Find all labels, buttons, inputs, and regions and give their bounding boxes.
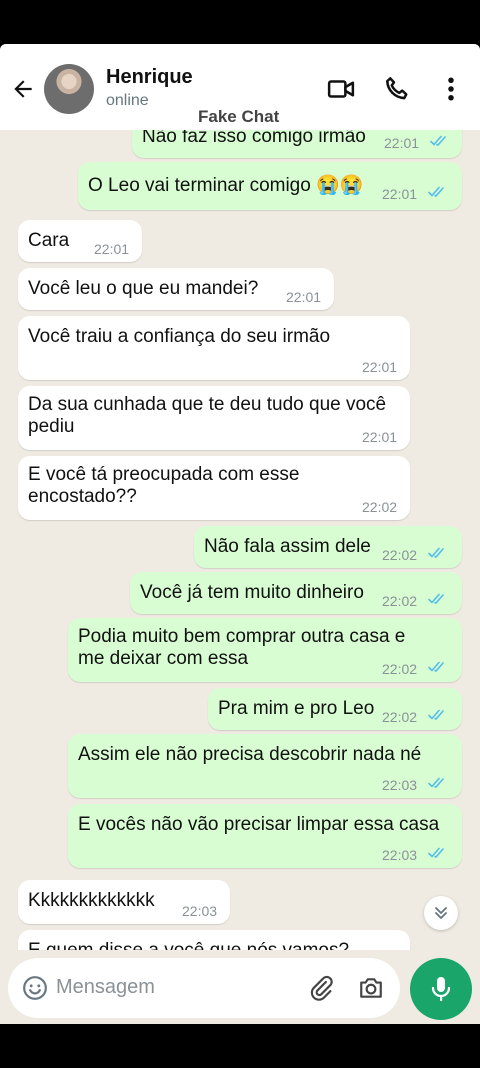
incoming-message[interactable]: E você tá preocupada com esse encostado?… bbox=[18, 456, 410, 520]
message-input[interactable]: Mensagem bbox=[56, 976, 155, 999]
message-time: 22:02 bbox=[362, 499, 398, 515]
message-composer[interactable]: Mensagem bbox=[8, 958, 400, 1018]
read-receipt-icon bbox=[428, 847, 444, 858]
outgoing-message[interactable]: E vocês não vão precisar limpar essa cas… bbox=[68, 804, 462, 868]
outgoing-message[interactable]: Não fala assim dele 22:02 bbox=[194, 526, 462, 568]
message-text: Você já tem muito dinheiro bbox=[140, 582, 364, 603]
read-receipt-icon bbox=[428, 547, 444, 558]
paperclip-icon[interactable] bbox=[308, 975, 334, 1001]
microphone-icon bbox=[431, 977, 451, 1001]
read-receipt-icon bbox=[428, 186, 444, 197]
message-text: O Leo vai terminar comigo 😭😭 bbox=[88, 175, 364, 196]
read-receipt-icon bbox=[428, 593, 444, 604]
camera-icon[interactable] bbox=[358, 975, 384, 1001]
message-time: 22:01 bbox=[384, 135, 420, 151]
message-text: Cara bbox=[28, 230, 70, 251]
message-time: 22:03 bbox=[182, 903, 218, 919]
message-time: 22:01 bbox=[362, 359, 398, 375]
more-vert-icon[interactable] bbox=[436, 74, 466, 104]
message-time: 22:01 bbox=[362, 429, 398, 445]
message-text: Não fala assim dele bbox=[204, 536, 371, 557]
chat-screen: Henrique online Fake Chat Não faz isso c… bbox=[0, 44, 480, 1024]
message-time: 22:02 bbox=[382, 547, 418, 563]
message-text: Pra mim e pro Leo bbox=[218, 698, 375, 719]
incoming-message[interactable]: Da sua cunhada que te deu tudo que você … bbox=[18, 386, 410, 450]
incoming-message[interactable]: Kkkkkkkkkkkkk 22:03 bbox=[18, 880, 230, 924]
incoming-message[interactable]: Você leu o que eu mandei? 22:01 bbox=[18, 268, 334, 310]
arrow-back-icon[interactable] bbox=[10, 76, 36, 102]
outgoing-message[interactable]: Pra mim e pro Leo 22:02 bbox=[208, 688, 462, 730]
outgoing-message[interactable]: Podia muito bem comprar outra casa e me … bbox=[68, 618, 462, 682]
voice-message-button[interactable] bbox=[410, 958, 472, 1020]
message-text: E vocês não vão precisar limpar essa cas… bbox=[78, 814, 440, 835]
watermark-label: Fake Chat bbox=[198, 107, 280, 126]
incoming-message[interactable]: Você traiu a confiança do seu irmão 22:01 bbox=[18, 316, 410, 380]
message-list[interactable]: Não faz isso comigo irmão 22:01 O Leo vai … bbox=[0, 130, 480, 950]
contact-status: online bbox=[106, 92, 149, 109]
message-time: 22:03 bbox=[382, 847, 418, 863]
message-text: Kkkkkkkkkkkkk bbox=[28, 890, 155, 911]
message-text: Assim ele não precisa descobrir nada né bbox=[78, 744, 422, 765]
message-time: 22:02 bbox=[382, 593, 418, 609]
message-text: E você tá preocupada com esse encostado?… bbox=[28, 464, 300, 507]
chevrons-down-icon bbox=[435, 907, 447, 919]
message-text: E quem disse a você que nós vamos? bbox=[28, 940, 349, 950]
message-time: 22:01 bbox=[286, 289, 322, 305]
outgoing-message[interactable]: O Leo vai terminar comigo 😭😭 22:01 bbox=[78, 162, 462, 210]
phone-call-icon[interactable] bbox=[382, 74, 412, 104]
read-receipt-icon bbox=[428, 661, 444, 672]
message-text: Você leu o que eu mandei? bbox=[28, 278, 259, 299]
message-text: Não faz isso comigo irmão bbox=[142, 130, 366, 147]
message-text: Você traiu a confiança do seu irmão bbox=[28, 326, 331, 347]
read-receipt-icon bbox=[428, 709, 444, 720]
outgoing-message[interactable]: Assim ele não precisa descobrir nada né 2… bbox=[68, 734, 462, 798]
message-text: Podia muito bem comprar outra casa e me … bbox=[78, 626, 406, 669]
avatar[interactable] bbox=[44, 64, 94, 114]
emoji-icon[interactable] bbox=[22, 975, 48, 1001]
message-time: 22:01 bbox=[94, 241, 130, 257]
read-receipt-icon bbox=[430, 135, 446, 146]
incoming-message[interactable]: Cara 22:01 bbox=[18, 220, 142, 262]
incoming-message[interactable]: E quem disse a você que nós vamos? bbox=[18, 930, 410, 950]
message-time: 22:03 bbox=[382, 777, 418, 793]
message-time: 22:02 bbox=[382, 709, 418, 725]
message-time: 22:02 bbox=[382, 661, 418, 677]
outgoing-message[interactable]: Não faz isso comigo irmão 22:01 bbox=[132, 130, 462, 158]
read-receipt-icon bbox=[428, 777, 444, 788]
contact-name[interactable]: Henrique bbox=[106, 66, 193, 89]
outgoing-message[interactable]: Você já tem muito dinheiro 22:02 bbox=[130, 572, 462, 614]
message-text: Da sua cunhada que te deu tudo que você … bbox=[28, 394, 387, 437]
scroll-to-bottom-button[interactable] bbox=[424, 896, 458, 930]
video-call-icon[interactable] bbox=[326, 74, 356, 104]
message-time: 22:01 bbox=[382, 186, 418, 202]
